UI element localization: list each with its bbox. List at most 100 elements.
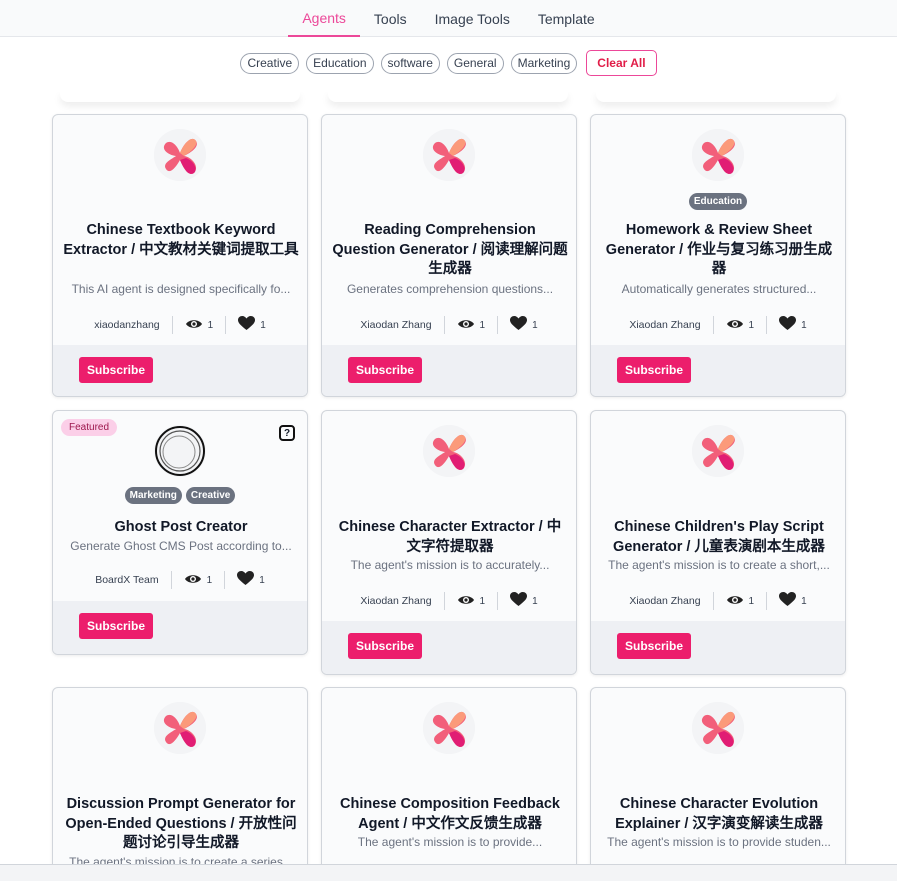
agent-card[interactable]: Chinese Textbook Keyword Extractor / 中文教… <box>52 114 308 397</box>
tab-image-tools[interactable]: Image Tools <box>421 0 524 37</box>
card-footer: Subscribe <box>53 601 307 654</box>
likes-count: 1 <box>801 319 807 331</box>
card-bottom-edge <box>328 92 568 102</box>
eye-icon <box>184 573 202 588</box>
agent-card[interactable]: Reading Comprehension Question Generator… <box>321 114 577 397</box>
featured-badge: Featured <box>61 419 118 436</box>
boardx-logo-icon <box>423 702 475 754</box>
card-title: Discussion Prompt Generator for Open-End… <box>65 796 297 851</box>
card-footer: Subscribe <box>591 345 845 396</box>
likes-stat[interactable]: 1 <box>510 592 538 610</box>
author-name: Xiaodan Zhang <box>629 595 701 607</box>
agent-card[interactable]: Education Homework & Review Sheet Generat… <box>590 114 846 397</box>
tab-tools[interactable]: Tools <box>360 0 421 37</box>
agent-card[interactable]: Chinese Children's Play Script Generator… <box>590 410 846 675</box>
likes-stat[interactable]: 1 <box>779 592 807 610</box>
divider <box>171 316 173 334</box>
card-title: Homework & Review Sheet Generator / 作业与复… <box>605 222 833 277</box>
likes-count: 1 <box>259 574 265 586</box>
card-footer: Subscribe <box>591 621 845 674</box>
heart-icon[interactable] <box>510 592 528 610</box>
views-count: 1 <box>748 595 755 607</box>
views-stat: 1 <box>185 318 213 333</box>
filter-chip-software[interactable]: software <box>380 52 440 74</box>
likes-count: 1 <box>260 319 266 331</box>
author-name: Xiaodan Zhang <box>629 319 701 331</box>
likes-stat[interactable]: 1 <box>779 316 807 334</box>
boardx-logo-icon <box>154 129 206 181</box>
heart-icon[interactable] <box>238 316 256 334</box>
card-description: Generates comprehension questions... <box>346 282 554 296</box>
eye-icon <box>457 318 475 333</box>
divider <box>443 592 445 610</box>
agent-grid[interactable]: Chinese Textbook Keyword Extractor / 中文教… <box>0 92 897 864</box>
tab-list: Agents Tools Image Tools Template <box>0 0 897 37</box>
tab-agents[interactable]: Agents <box>288 0 360 37</box>
agent-card[interactable]: Chinese Composition Feedback Agent / 中文作… <box>321 687 577 864</box>
card-title: Reading Comprehension Question Generator… <box>332 222 568 277</box>
views-count: 1 <box>479 595 486 607</box>
divider <box>497 592 499 610</box>
divider <box>224 571 226 589</box>
card-description: The agent's mission is to provide studen… <box>607 835 831 849</box>
heart-icon[interactable] <box>779 592 797 610</box>
tab-template[interactable]: Template <box>524 0 609 37</box>
help-icon[interactable]: ? <box>279 425 295 441</box>
eye-icon <box>726 594 744 609</box>
likes-count: 1 <box>801 595 807 607</box>
ghost-logo-icon <box>154 425 206 477</box>
heart-icon[interactable] <box>510 316 528 334</box>
divider <box>170 571 172 589</box>
subscribe-button[interactable]: Subscribe <box>348 357 422 383</box>
divider <box>766 592 768 610</box>
agent-card[interactable]: Chinese Character Extractor / 中文字符提取器 The… <box>321 410 577 675</box>
boardx-logo-icon <box>692 425 744 477</box>
likes-count: 1 <box>532 595 538 607</box>
card-meta: xiaodanzhang 1 1 <box>53 315 307 335</box>
card-description: The agent's mission is to provide... <box>357 835 543 849</box>
agent-card[interactable]: Featured? Marketing Creative Ghost Post Cre… <box>52 410 308 655</box>
subscribe-button[interactable]: Subscribe <box>348 633 422 659</box>
card-meta: Xiaodan Zhang 1 1 <box>322 315 576 335</box>
filter-chip-general[interactable]: General <box>446 52 504 74</box>
divider <box>497 316 499 334</box>
likes-stat[interactable]: 1 <box>238 316 266 334</box>
subscribe-button[interactable]: Subscribe <box>79 357 153 383</box>
likes-stat[interactable]: 1 <box>237 571 265 589</box>
author-name: BoardX Team <box>95 574 159 586</box>
boardx-logo-icon <box>154 702 206 754</box>
views-count: 1 <box>748 319 755 331</box>
subscribe-button[interactable]: Subscribe <box>617 357 691 383</box>
clear-all-button[interactable]: Clear All <box>586 50 657 76</box>
agent-card[interactable]: Discussion Prompt Generator for Open-End… <box>52 687 308 864</box>
views-stat: 1 <box>457 318 486 333</box>
card-title: Ghost Post Creator <box>114 519 248 535</box>
agent-card[interactable]: Chinese Character Evolution Explainer / … <box>590 687 846 864</box>
heart-icon[interactable] <box>237 571 255 589</box>
card-title: Chinese Textbook Keyword Extractor / 中文教… <box>63 222 299 258</box>
subscribe-button[interactable]: Subscribe <box>79 613 153 639</box>
card-meta: Xiaodan Zhang 1 1 <box>591 591 845 611</box>
card-description: The agent's mission is to accurately... <box>350 558 550 572</box>
card-title: Chinese Character Extractor / 中文字符提取器 <box>338 519 562 555</box>
tag-badge: Creative <box>185 487 236 504</box>
boardx-logo-icon <box>692 129 744 181</box>
likes-stat[interactable]: 1 <box>510 316 538 334</box>
card-meta: Xiaodan Zhang 1 1 <box>591 315 845 335</box>
subscribe-button[interactable]: Subscribe <box>617 633 691 659</box>
card-description: This AI agent is designed specifically f… <box>71 282 291 296</box>
views-count: 1 <box>479 319 486 331</box>
filter-chip-marketing[interactable]: Marketing <box>510 52 578 74</box>
heart-icon[interactable] <box>779 316 797 334</box>
filter-chip-creative[interactable]: Creative <box>240 52 300 74</box>
card-description: Automatically generates structured... <box>621 282 817 296</box>
card-title: Chinese Children's Play Script Generator… <box>613 519 825 555</box>
divider <box>443 316 445 334</box>
eye-icon <box>457 594 475 609</box>
author-name: xiaodanzhang <box>94 319 160 331</box>
likes-count: 1 <box>532 319 538 331</box>
card-title: Chinese Character Evolution Explainer / … <box>615 796 823 832</box>
filter-bar: Creative Education software General Mark… <box>0 50 897 76</box>
filter-chip-education[interactable]: Education <box>306 52 374 74</box>
top-nav-bar: Agents Tools Image Tools Template <box>0 0 897 37</box>
